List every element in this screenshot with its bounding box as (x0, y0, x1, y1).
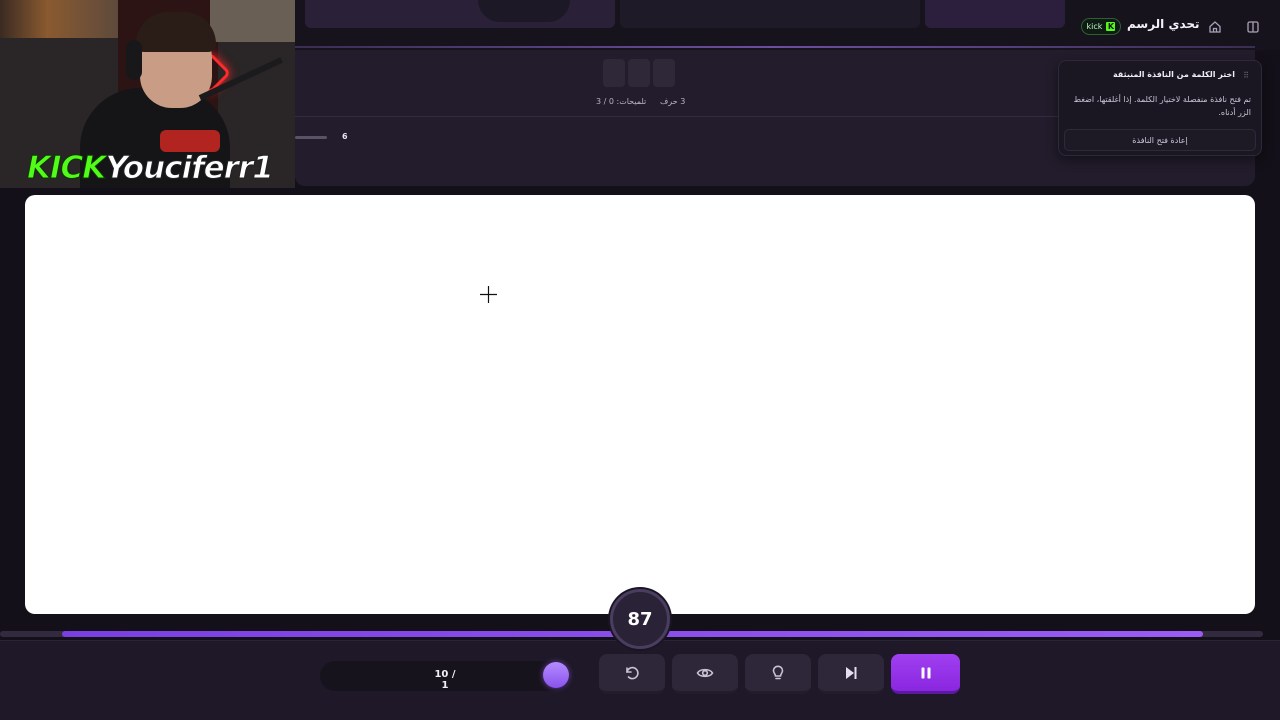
reopen-window-button[interactable]: إعادة فتح النافذة (1064, 129, 1256, 151)
hints-counter: تلميحات: 0 / 3 (596, 97, 647, 106)
letter-slot (653, 59, 675, 87)
pause-button[interactable] (891, 654, 960, 694)
popup-title: اختر الكلمة من النافذة المنبثقة (1112, 70, 1235, 79)
pause-icon (921, 667, 930, 678)
crosshair-cursor-icon (480, 286, 497, 303)
lightbulb-icon (772, 665, 784, 679)
kick-logo-icon: K (1106, 22, 1116, 31)
drawing-canvas[interactable] (25, 195, 1255, 614)
eye-icon (696, 668, 714, 677)
top-accent-line (295, 46, 1255, 48)
letter-count: 3 حرف (660, 97, 686, 106)
hint-button[interactable] (745, 654, 811, 694)
webcam-background-shelf (210, 0, 295, 42)
rotate-ccw-icon (626, 666, 639, 679)
streamer-username: Youciferr1 (105, 150, 274, 187)
letter-slot (628, 59, 650, 87)
sidebar-toggle-icon[interactable] (1246, 19, 1260, 33)
reveal-word-button[interactable] (672, 654, 738, 694)
brush-size-value: 6 (342, 132, 348, 141)
reset-button[interactable] (599, 654, 665, 694)
brush-size-slider[interactable] (295, 136, 327, 139)
kick-badge-label: kick (1086, 22, 1103, 31)
webcam-overlay: KICKYouciferr1 (0, 0, 295, 188)
webcam-background-window (0, 0, 118, 38)
webcam-mic (160, 130, 220, 152)
kick-connection-badge[interactable]: kick K (1081, 18, 1121, 35)
webcam-headset (126, 40, 142, 80)
top-decor-strip (620, 0, 920, 28)
home-icon[interactable] (1208, 19, 1222, 33)
streamer-name-overlay: KICKYouciferr1 (26, 150, 274, 187)
drag-handle-icon[interactable]: ⠿ (1243, 71, 1249, 80)
round-indicator-knob (543, 662, 569, 688)
skip-button[interactable] (818, 654, 884, 694)
skip-forward-icon (846, 666, 857, 679)
letter-slot (603, 59, 625, 87)
round-indicator: 10 / 1 (320, 661, 570, 691)
kick-wordmark: KICK (26, 150, 106, 187)
app-title: تحدي الرسم (1127, 17, 1200, 31)
top-decor-arc (478, 0, 570, 22)
top-decor-strip (925, 0, 1065, 28)
popup-message: تم فتح نافذة منفصلة لاختيار الكلمة. إذا … (1073, 95, 1251, 117)
countdown-timer: 87 (610, 589, 670, 649)
round-counter: 10 / 1 (434, 669, 456, 691)
word-select-popup-card: ⠿ اختر الكلمة من النافذة المنبثقة تم فتح… (1058, 60, 1262, 156)
